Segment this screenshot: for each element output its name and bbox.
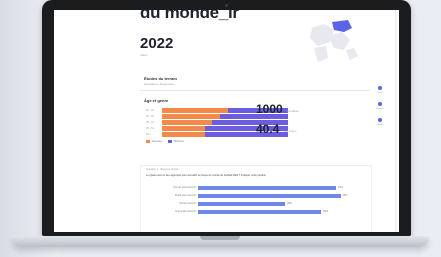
- answer-value: 45%: [342, 194, 348, 197]
- age-row-label: 35 - 44: [146, 121, 154, 124]
- laptop-notch: [200, 236, 240, 240]
- age-row-label: 25 - 34: [146, 115, 154, 118]
- age-row-label: 45 - 54: [146, 127, 154, 130]
- page-subtitle: Index: [140, 53, 148, 57]
- nav-item-contact[interactable]: Contact: [374, 124, 386, 126]
- laptop-screen: du monde_lr 2022 Index Études du terrain…: [54, 10, 399, 232]
- answer-row: Plutôt d'accord 28%: [146, 202, 366, 206]
- answer-label: Pas du tout d'accord: [173, 186, 196, 189]
- question-tag: Question 1 - Réponse unique: [146, 168, 179, 171]
- answer-label: Plutôt pas d'accord: [174, 194, 196, 197]
- nav-item-index[interactable]: Index: [374, 92, 386, 94]
- question-text: Le Qatar est-il un lieu approprié pour a…: [146, 174, 267, 177]
- answer-label: Plutôt d'accord: [179, 202, 196, 205]
- answer-bar: [198, 194, 341, 198]
- answer-row: Plutôt pas d'accord 45%: [146, 194, 366, 198]
- legend-item: Hommes: [167, 140, 184, 143]
- stat-age-value: 40.4: [256, 122, 280, 136]
- answer-value: 39%: [323, 210, 329, 213]
- laptop-base: [12, 236, 429, 247]
- age-row-label: 55 +: [146, 133, 151, 136]
- age-genre-legend: Femmes Hommes: [146, 140, 184, 143]
- nav-dot-icon[interactable]: [378, 102, 382, 106]
- divider: [140, 90, 370, 91]
- nav-dot-icon[interactable]: [378, 118, 382, 122]
- female-segment: [162, 120, 213, 125]
- page-title: du monde_lr: [140, 10, 239, 22]
- female-segment: [162, 114, 220, 119]
- stat-age-caption: âge moyen: [284, 130, 297, 133]
- answer-label: Tout à fait d'accord: [175, 210, 196, 213]
- answer-bar: [198, 210, 321, 214]
- terrain-subtitle: Questions - Réponses: [144, 82, 174, 86]
- female-segment: [162, 132, 205, 137]
- female-segment: [162, 108, 228, 113]
- page-year: 2022: [140, 35, 174, 52]
- camera-icon: [225, 4, 228, 7]
- age-genre-title: Âge et genre: [144, 98, 169, 103]
- side-navigation: Index Résultats Contact: [374, 86, 386, 134]
- answer-value: 44%: [338, 186, 344, 189]
- nav-dot-icon[interactable]: [378, 86, 382, 90]
- answer-value: 28%: [287, 202, 293, 205]
- legend-item: Femmes: [146, 140, 162, 143]
- nav-item-results[interactable]: Résultats: [374, 108, 386, 110]
- age-row-label: 18 - 24: [146, 109, 154, 112]
- europe-map-icon: [310, 20, 358, 62]
- female-segment: [162, 126, 205, 131]
- answer-bar: [198, 186, 336, 190]
- scrollbar[interactable]: [395, 10, 397, 232]
- stat-respondents-caption: répondants: [286, 110, 299, 113]
- stat-respondents-value: 1000: [256, 102, 283, 116]
- answer-row: Pas du tout d'accord 44%: [146, 186, 366, 190]
- answer-bar: [198, 202, 285, 206]
- answer-row: Tout à fait d'accord 39%: [146, 210, 366, 214]
- terrain-title: Études du terrain: [144, 76, 177, 81]
